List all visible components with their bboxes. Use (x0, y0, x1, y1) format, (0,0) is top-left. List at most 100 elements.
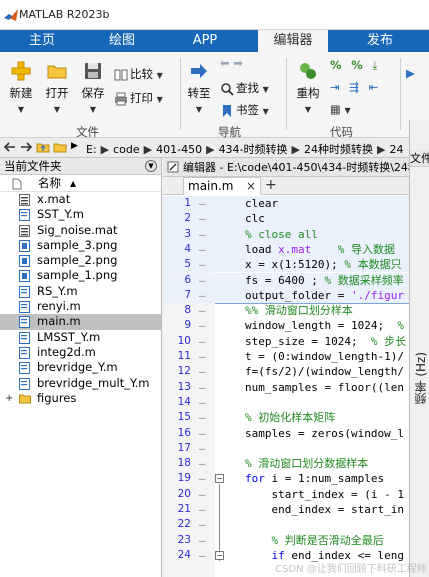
find-dropdown-icon[interactable]: ▼ (263, 85, 269, 94)
breakpoint-marker[interactable]: — (197, 349, 207, 364)
line-number[interactable]: 6 (163, 273, 191, 288)
breadcrumb-434[interactable]: 434-时频转换 (219, 143, 288, 156)
line-number[interactable]: 12 (163, 364, 191, 379)
file-list-item[interactable]: Sig_noise.mat (0, 223, 161, 238)
refactor-dropdown-icon[interactable]: ▼ (305, 105, 311, 114)
code-line[interactable]: 6 — fs = 6400 ; % 数据采样频率 (163, 272, 409, 288)
comment-percent-icon[interactable]: % (330, 58, 342, 72)
code-line[interactable]: 23 — % 判断是否滑动全最后 (163, 533, 409, 548)
code-analyzer-dropdown-icon[interactable]: ▼ (345, 106, 351, 115)
fold-toggle-icon[interactable]: − (215, 474, 224, 484)
breakpoint-marker[interactable]: — (197, 334, 207, 349)
line-number[interactable]: 4 (163, 242, 191, 257)
code-line[interactable]: 11 — t = (0:window_length-1)/ (163, 349, 409, 364)
breakpoint-marker[interactable]: — (197, 517, 207, 532)
code-line[interactable]: 12 — f=(fs/2)/(window_length/ (163, 364, 409, 379)
tab-home[interactable]: 主页 (14, 30, 70, 52)
nav-back-icon[interactable]: ⬅ (220, 56, 230, 70)
breakpoint-marker[interactable]: — (197, 273, 207, 288)
breakpoint-marker[interactable]: — (197, 533, 207, 548)
file-list-item[interactable]: RS_Y.m (0, 284, 161, 299)
breakpoint-marker[interactable]: — (197, 211, 207, 226)
print-dropdown-icon[interactable]: ▼ (157, 95, 163, 104)
code-line[interactable]: 18 — % 滑动窗口划分数据样本 (163, 456, 409, 471)
uncomment-icon[interactable]: ⤓ (372, 58, 377, 72)
breakpoint-marker[interactable]: — (197, 548, 207, 563)
line-number[interactable]: 22 (163, 517, 191, 532)
breakpoint-marker[interactable]: — (197, 441, 207, 456)
file-list-item[interactable]: LMSST_Y.m (0, 330, 161, 345)
breadcrumb-24[interactable]: 24种时频转换 (304, 143, 373, 156)
fold-toggle-icon[interactable]: − (215, 550, 224, 560)
back-arrow-icon[interactable] (3, 140, 17, 154)
code-line[interactable]: 1 — clear (163, 196, 409, 212)
bookmark-dropdown-icon[interactable]: ▼ (263, 107, 269, 116)
line-number[interactable]: 19 (163, 471, 191, 486)
breakpoint-marker[interactable]: — (197, 471, 207, 486)
bookmark-button[interactable]: 书签 ▼ (220, 102, 269, 118)
line-number[interactable]: 15 (163, 410, 191, 425)
open-button[interactable]: 打开 ▼ (42, 60, 72, 115)
tab-apps[interactable]: APP (177, 30, 233, 52)
code-line[interactable]: 7 — output_folder = './figur (163, 287, 409, 304)
file-list-item[interactable]: + figures (0, 391, 161, 406)
file-list-item[interactable]: sample_2.png (0, 253, 161, 268)
breakpoint-marker[interactable]: — (197, 303, 207, 318)
file-column-header[interactable]: 名称 ▲ (0, 175, 161, 192)
code-line[interactable]: 5 — x = x(1:5120); % 本数据只 (163, 257, 409, 273)
breadcrumb-last[interactable]: 24 (389, 143, 403, 156)
outdent-icon[interactable]: ⇤ (369, 80, 379, 94)
line-number[interactable]: 1 (163, 196, 191, 211)
print-button[interactable]: 打印 ▼ (114, 90, 163, 106)
compare-button[interactable]: 比较 ▼ (114, 66, 163, 82)
breakpoint-marker[interactable]: — (197, 410, 207, 425)
code-line[interactable]: 21 — end_index = start_in (163, 502, 409, 517)
path-dropdown-icon[interactable]: ▶ (71, 141, 85, 155)
code-line[interactable]: 19 — for i = 1:num_samples (163, 471, 409, 486)
breakpoint-marker[interactable]: — (197, 487, 207, 502)
line-number[interactable]: 7 (163, 288, 191, 303)
goto-dropdown-icon[interactable]: ▼ (196, 105, 202, 114)
line-number[interactable]: 3 (163, 227, 191, 242)
goto-button[interactable]: 转至 ▼ (184, 60, 214, 115)
code-line[interactable]: 2 — clc (163, 211, 409, 227)
line-number[interactable]: 24 (163, 548, 191, 563)
code-line[interactable]: 20 — start_index = (i - 1 (163, 487, 409, 502)
file-list-item[interactable]: main.m (0, 314, 161, 330)
nav-forward-icon[interactable]: ➡ (233, 56, 243, 70)
editor-tab-main[interactable]: main.m × (183, 177, 261, 195)
breakpoint-marker[interactable]: — (197, 426, 207, 441)
line-number[interactable]: 10 (163, 334, 191, 349)
breakpoint-marker[interactable]: — (197, 502, 207, 517)
forward-arrow-icon[interactable] (19, 140, 33, 154)
files-panel-tab[interactable]: 文件 (410, 150, 429, 167)
line-number[interactable]: 14 (163, 395, 191, 410)
breadcrumb-drive[interactable]: E: (86, 143, 97, 156)
save-dropdown-icon[interactable]: ▼ (90, 105, 96, 114)
indent-icon[interactable]: ⇶ (349, 80, 359, 94)
comment-toggle-icon[interactable]: % (351, 58, 363, 72)
compare-dropdown-icon[interactable]: ▼ (157, 71, 163, 80)
breakpoint-marker[interactable]: — (197, 456, 207, 471)
line-number[interactable]: 18 (163, 456, 191, 471)
new-button[interactable]: 新建 ▼ (6, 60, 36, 115)
close-tab-icon[interactable]: × (246, 178, 256, 195)
code-line[interactable]: 9 — window_length = 1024; % (163, 318, 409, 333)
line-number[interactable]: 5 (163, 257, 191, 272)
code-line[interactable]: 13 — num_samples = floor((len (163, 380, 409, 395)
line-number[interactable]: 2 (163, 211, 191, 226)
smart-indent-icon[interactable]: ⇥ (330, 80, 340, 94)
save-button[interactable]: 保存 ▼ (78, 60, 108, 115)
code-line[interactable]: 17 — (163, 441, 409, 456)
file-list-item[interactable]: renyi.m (0, 299, 161, 314)
find-button[interactable]: 查找 ▼ (220, 80, 269, 96)
breakpoint-marker[interactable]: — (197, 196, 207, 211)
breakpoint-marker[interactable]: — (197, 257, 207, 272)
code-analyzer-icon[interactable]: ▦ (330, 102, 341, 116)
file-list-item[interactable]: sample_1.png (0, 268, 161, 283)
line-number[interactable]: 11 (163, 349, 191, 364)
code-line[interactable]: 3 — % close all (163, 226, 409, 242)
up-folder-icon[interactable] (36, 140, 50, 154)
breakpoint-marker[interactable]: — (197, 318, 207, 333)
line-number[interactable]: 9 (163, 318, 191, 333)
